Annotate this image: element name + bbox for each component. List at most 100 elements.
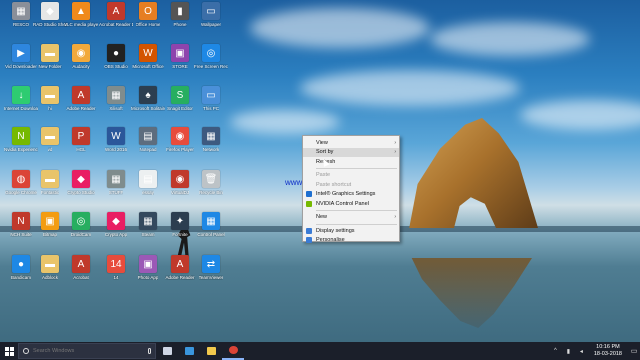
desktop-icon[interactable]: W Microsoft Office [131,44,165,69]
app-icon: A [72,86,90,104]
desktop-icon[interactable]: ◉ VirtualDJ [163,170,197,195]
desktop-icon-label: Crypto App [104,232,128,237]
context-menu-item-new[interactable]: New › [303,213,399,223]
desktop-icon-label: Acrobat [73,275,89,280]
desktop-icon[interactable]: ● OBS Studio [99,44,133,69]
desktop-icon[interactable]: ◉ Audacity [64,44,98,69]
desktop-icon[interactable]: P HGL [64,127,98,152]
app-icon: ◆ [107,212,125,230]
desktop-icon[interactable]: ▦ Network [194,127,228,152]
app-icon: ▦ [139,212,157,230]
desktop-icon[interactable]: ▬ vd [33,127,67,152]
desktop-icon[interactable]: ◆ RAD Studio Shortcut [33,2,67,27]
app-icon: P [72,127,90,145]
context-menu-item-sort-by[interactable]: Sort by › [303,147,399,157]
desktop-icon[interactable]: O Office Home [131,2,165,27]
desktop-icon[interactable]: A Acrobat [64,255,98,280]
app-icon: ✦ [171,212,189,230]
app-icon: ◉ [72,44,90,62]
desktop-icon[interactable]: 🗑 Recycle Bin [194,170,228,195]
desktop-icon[interactable]: 14 14 [99,255,133,280]
app-icon: ▦ [202,127,220,145]
context-menu-item-paste[interactable]: Paste [303,171,399,181]
desktop-icon[interactable]: ⇄ TeamViewer [194,255,228,280]
taskbar-app-edge[interactable] [178,342,200,360]
desktop-icon[interactable]: ◎ DroidCam [64,212,98,237]
desktop-icon[interactable]: ▣ Bitmap [33,212,67,237]
start-button[interactable] [0,342,18,360]
app-icon: ▦ [12,2,30,20]
menu-item-icon [306,191,312,198]
desktop-icon[interactable]: W Word 2016 [99,127,133,152]
app-icon: ♠ [139,86,157,104]
desktop-icon[interactable]: A Acrobat Reader DC [99,2,133,27]
context-menu-item-view[interactable]: View › [303,138,399,148]
rock-reflection [411,258,532,328]
desktop[interactable]: ▦ RESCO ◆ RAD Studio Shortcut ▲ VLC media pla… [0,0,640,342]
desktop-icon-label: Microsoft Solitaire [131,106,165,111]
network-icon[interactable]: ▮ [564,347,573,356]
desktop-icon[interactable]: ▦ Xilisoft [99,86,133,111]
desktop-icon[interactable]: ▭ This PC [194,86,228,111]
clock[interactable]: 10:16 PM 18-03-2018 [588,344,628,358]
volume-icon[interactable]: ◂ [577,347,586,356]
context-menu-item-display-settings[interactable]: Display settings [303,226,399,236]
app-icon: N [12,127,30,145]
desktop-icon[interactable]: ▣ Photo App [131,255,165,280]
context-menu-item-personalise[interactable]: Personalise [303,236,399,246]
context-menu-item-refresh[interactable]: Refresh [303,157,399,167]
desktop-icon[interactable]: ♠ Microsoft Solitaire [131,86,165,111]
desktop-icon[interactable]: A Adobe Reader [163,255,197,280]
desktop-icon[interactable]: S Snagit Editor [163,86,197,111]
cloud [520,100,640,130]
taskbar-app-file-explorer[interactable] [200,342,222,360]
app-icon: ▣ [139,255,157,273]
desktop-icon-label: VLC media player [64,22,98,27]
app-icon: ▣ [41,212,59,230]
taskbar-search[interactable] [18,343,156,359]
desktop-icon[interactable]: ▤ essay [131,170,165,195]
desktop-icon[interactable]: ◆ Crypto App [99,212,133,237]
desktop-icon-label: STUFF [108,190,124,195]
app-icon: ▦ [107,170,125,188]
notifications-icon[interactable]: ▭ [628,342,640,360]
cloud [230,110,340,134]
desktop-icon[interactable]: ▤ Notepad [131,127,165,152]
desktop-icon[interactable]: ▬ Adblock [33,255,67,280]
desktop-icon[interactable]: ▦ Steam [131,212,165,237]
desktop-icon[interactable]: A Adobe Reader [64,86,98,111]
desktop-icon[interactable]: ▭ Wallpaper [194,2,228,27]
desktop-icon-label: Phone [173,22,187,27]
app-icon: ▬ [41,44,59,62]
app-icon: ▤ [139,170,157,188]
chevron-up-icon[interactable]: ^ [551,347,560,356]
desktop-icon[interactable]: ▣ STORE [163,44,197,69]
microphone-icon[interactable] [148,348,151,354]
desktop-icon[interactable]: ◆ Crypto Studio [64,170,98,195]
search-input[interactable] [33,348,143,354]
desktop-icon[interactable]: ◉ Firefox Player [163,127,197,152]
menu-item-label: New [316,214,328,221]
desktop-icon-label: hi [48,106,52,111]
context-menu-item-nvidia-control-panel[interactable]: NVIDIA Control Panel [303,199,399,209]
desktop-icon[interactable]: ▮ Phone [163,2,197,27]
desktop-icon[interactable]: ▬ hi [33,86,67,111]
desktop-icon[interactable]: ✦ Fortnite [163,212,197,237]
desktop-icon-label: Bitmap [42,232,57,237]
context-menu-item-paste-shortcut[interactable]: Paste shortcut [303,180,399,190]
desktop-icon[interactable]: ▬ New Folder [33,44,67,69]
taskbar-app-task-view[interactable] [156,342,178,360]
desktop-icon[interactable]: ▲ VLC media player [64,2,98,27]
taskbar: ^ ▮ ◂ 10:16 PM 18-03-2018 ▭ [0,342,640,360]
desktop-icon[interactable]: ◎ Free Screen Recorder [194,44,228,69]
app-icon: ⇄ [202,255,220,273]
desktop-icon[interactable]: ▦ STUFF [99,170,133,195]
menu-separator [316,210,397,211]
context-menu-item-intel-graphics-settings[interactable]: Intel® Graphics Settings [303,190,399,200]
taskbar-app-chrome[interactable] [222,342,244,360]
menu-item-label: Intel® Graphics Settings [316,191,376,198]
desktop-icon[interactable]: ▬ Fontastic [33,170,67,195]
desktop-icon[interactable]: ▦ Control Panel [194,212,228,237]
desktop-icon-label: 14 [113,275,119,280]
rock-arch [409,118,538,228]
